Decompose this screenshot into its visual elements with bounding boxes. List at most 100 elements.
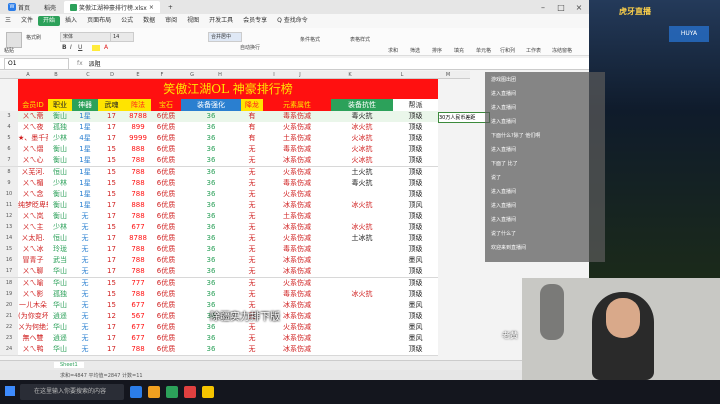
stream-icon[interactable] [202, 386, 214, 398]
table-cell[interactable]: 6优质 [151, 278, 181, 289]
table-cell[interactable]: 36 [181, 200, 241, 211]
table-cell[interactable]: 36 [181, 122, 241, 133]
table-cell[interactable]: 1星 [72, 167, 98, 178]
table-cell[interactable]: 冰火抗 [331, 122, 393, 133]
column-letter[interactable]: B [46, 71, 66, 79]
column-letter[interactable]: J [290, 71, 310, 79]
table-cell[interactable]: 顶级 [393, 133, 438, 144]
font-color-icon[interactable]: A [104, 44, 108, 51]
table-cell[interactable]: 1星 [72, 122, 98, 133]
table-cell[interactable]: 火系伤减 [263, 233, 331, 244]
table-cell[interactable]: 6优质 [151, 300, 181, 311]
table-cell[interactable]: 土系伤减 [263, 133, 331, 144]
table-cell[interactable] [331, 278, 393, 289]
header-cell[interactable]: 宝石 [151, 99, 181, 111]
table-cell[interactable]: 15 [98, 278, 125, 289]
table-cell[interactable]: 火冰抗 [331, 133, 393, 144]
table-cell[interactable]: 有 [241, 122, 263, 133]
close-window-icon[interactable]: × [570, 0, 588, 14]
table-cell[interactable]: 无 [241, 155, 263, 166]
menu-member[interactable]: 会员专享 [238, 16, 272, 26]
table-cell[interactable]: 华山 [48, 266, 72, 277]
table-cell[interactable]: 玲珑 [48, 244, 72, 255]
table-cell[interactable]: 36 [181, 289, 241, 300]
table-cell[interactable]: 无 [72, 278, 98, 289]
table-style-button[interactable]: 表格样式 [350, 36, 370, 43]
table-cell[interactable]: 衡山 [48, 189, 72, 200]
table-cell[interactable]: 6优质 [151, 200, 181, 211]
table-cell[interactable]: 6优质 [151, 244, 181, 255]
header-cell[interactable]: 神器 [72, 99, 98, 111]
table-cell[interactable]: 顶级 [393, 155, 438, 166]
table-cell[interactable]: ㄨ为何绝为 [18, 322, 48, 333]
table-cell[interactable]: 衡山 [48, 200, 72, 211]
minimize-icon[interactable]: – [534, 0, 552, 14]
table-cell[interactable]: 36 [181, 133, 241, 144]
table-cell[interactable]: 888 [125, 200, 151, 211]
table-cell[interactable]: 677 [125, 333, 151, 344]
table-cell[interactable]: (为你变坏) [18, 311, 48, 322]
table-cell[interactable]: 武当 [48, 255, 72, 266]
table-cell[interactable]: 冰系伤减 [263, 155, 331, 166]
table-cell[interactable]: 无 [72, 344, 98, 355]
table-cell[interactable]: 17 [98, 344, 125, 355]
menu-dev[interactable]: 开发工具 [204, 16, 238, 26]
table-cell[interactable]: 孤独 [48, 122, 72, 133]
table-cell[interactable]: 毒系伤减 [263, 289, 331, 300]
table-cell[interactable]: 17 [98, 233, 125, 244]
table-cell[interactable]: 6优质 [151, 133, 181, 144]
table-cell[interactable]: 顶级 [393, 278, 438, 289]
header-cell[interactable]: 会员ID [18, 99, 48, 111]
table-cell[interactable]: 6优质 [151, 311, 181, 322]
table-cell[interactable]: 36 [181, 211, 241, 222]
maximize-icon[interactable]: □ [552, 0, 570, 14]
table-cell[interactable]: 无 [241, 211, 263, 222]
table-cell[interactable]: 6优质 [151, 178, 181, 189]
table-cell[interactable]: 冰火抗 [331, 200, 393, 211]
table-cell[interactable]: ㄨㄟ鸭 [18, 344, 48, 355]
table-cell[interactable]: 无 [241, 244, 263, 255]
table-cell[interactable]: ㄨㄟ心 [18, 155, 48, 166]
table-cell[interactable]: 衡山 [48, 155, 72, 166]
table-cell[interactable]: 无 [72, 211, 98, 222]
new-tab-button[interactable]: + [162, 1, 179, 13]
auto-wrap-button[interactable]: 自动换行 [240, 44, 260, 51]
table-cell[interactable]: 无 [241, 233, 263, 244]
table-cell[interactable] [331, 255, 393, 266]
table-cell[interactable]: 6优质 [151, 122, 181, 133]
table-cell[interactable]: 17 [98, 122, 125, 133]
table-cell[interactable]: 土冰抗 [331, 233, 393, 244]
table-cell[interactable]: 17 [98, 322, 125, 333]
table-cell[interactable]: 墨风 [393, 300, 438, 311]
table-cell[interactable]: 无 [241, 322, 263, 333]
column-letter[interactable]: E [128, 71, 148, 79]
app-icon[interactable] [184, 386, 196, 398]
table-cell[interactable]: 顶级 [393, 144, 438, 155]
name-box[interactable]: O1 [4, 57, 69, 70]
table-cell[interactable]: 788 [125, 167, 151, 178]
cell-button[interactable]: 单元格 [476, 47, 491, 54]
table-cell[interactable]: 1星 [72, 155, 98, 166]
table-cell[interactable]: 4星 [72, 133, 98, 144]
table-cell[interactable]: 顶级 [393, 122, 438, 133]
table-cell[interactable]: 无 [72, 333, 98, 344]
table-cell[interactable]: 有 [241, 133, 263, 144]
table-cell[interactable]: 冰系伤减 [263, 344, 331, 355]
table-cell[interactable]: 顶级 [393, 311, 438, 322]
table-cell[interactable]: 17 [98, 111, 125, 122]
table-cell[interactable]: 36 [181, 178, 241, 189]
table-cell[interactable]: 毒系伤减 [263, 111, 331, 122]
table-cell[interactable]: 无 [72, 300, 98, 311]
table-cell[interactable]: 无 [241, 222, 263, 233]
table-cell[interactable]: 1星 [72, 200, 98, 211]
fx-icon[interactable]: fx [77, 60, 83, 67]
table-cell[interactable]: 788 [125, 244, 151, 255]
table-cell[interactable]: 899 [125, 122, 151, 133]
table-cell[interactable]: 36 [181, 266, 241, 277]
table-cell[interactable] [331, 300, 393, 311]
freeze-button[interactable]: 冻结窗格 [552, 47, 572, 54]
menu-search[interactable]: Q 查找命令 [272, 16, 313, 26]
header-cell[interactable]: 降龙 [241, 99, 263, 111]
table-cell[interactable]: 有 [241, 111, 263, 122]
windows-start-icon[interactable] [5, 386, 15, 396]
